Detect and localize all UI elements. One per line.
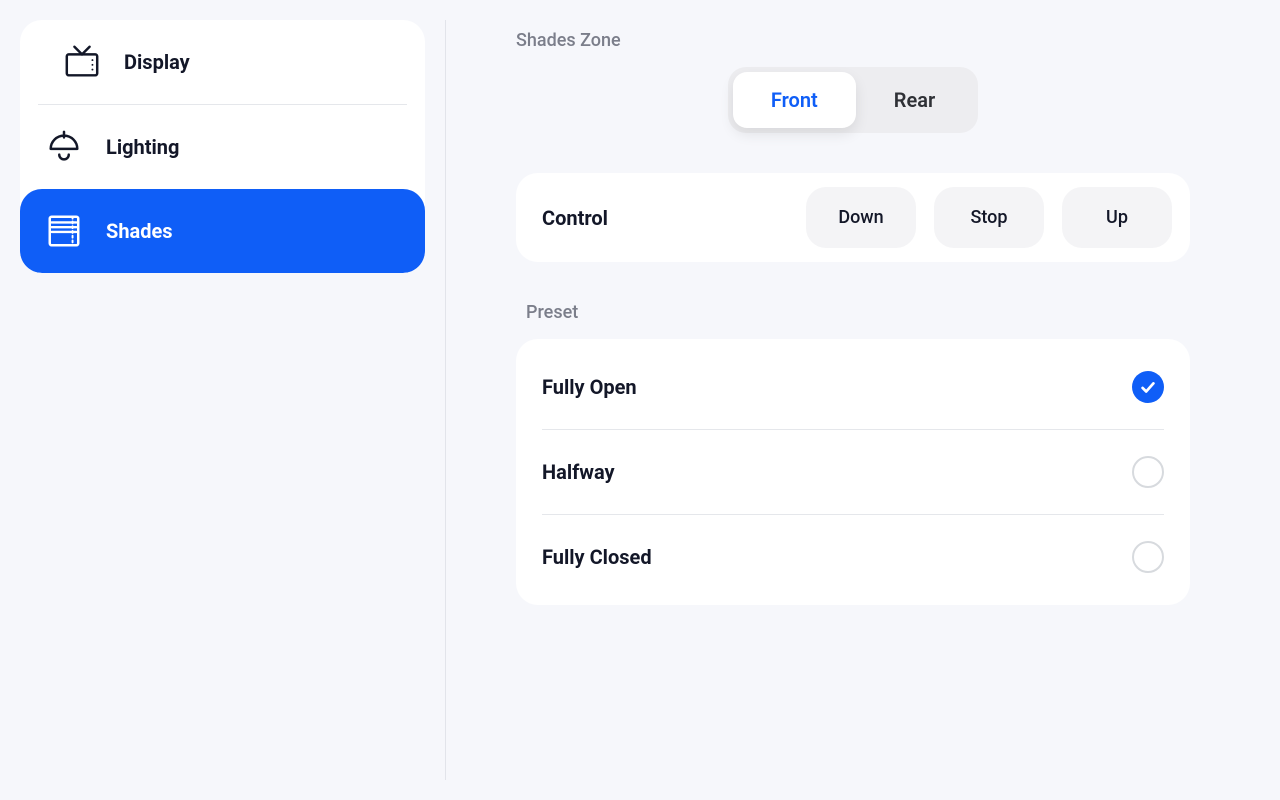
control-button-down[interactable]: Down xyxy=(806,187,916,248)
sidebar-item-lighting[interactable]: Lighting xyxy=(20,105,425,189)
preset-option-fully-closed[interactable]: Fully Closed xyxy=(542,515,1164,599)
zone-tabs: Front Rear xyxy=(728,67,978,133)
radio-unselected-icon xyxy=(1132,541,1164,573)
sidebar-item-shades[interactable]: Shades xyxy=(20,189,425,273)
preset-option-label: Halfway xyxy=(542,460,615,484)
control-card: Control Down Stop Up xyxy=(516,173,1190,262)
control-button-up[interactable]: Up xyxy=(1062,187,1172,248)
radio-selected-icon xyxy=(1132,371,1164,403)
sidebar-card: Display Lighting xyxy=(20,20,425,273)
zone-tab-rear[interactable]: Rear xyxy=(856,72,973,128)
preset-option-fully-open[interactable]: Fully Open xyxy=(542,345,1164,430)
control-heading: Control xyxy=(542,206,608,230)
zone-heading: Shades Zone xyxy=(516,30,1190,51)
sidebar-item-display[interactable]: Display xyxy=(38,20,407,105)
main-panel: Shades Zone Front Rear Control Down Stop… xyxy=(445,20,1260,780)
control-button-group: Down Stop Up xyxy=(806,187,1172,248)
preset-option-label: Fully Closed xyxy=(542,545,652,569)
sidebar: Display Lighting xyxy=(20,20,445,780)
preset-option-label: Fully Open xyxy=(542,375,637,399)
zone-tab-front[interactable]: Front xyxy=(733,72,856,128)
sidebar-item-label: Lighting xyxy=(106,135,179,159)
shades-icon xyxy=(44,211,84,251)
preset-card: Fully Open Halfway Fully Closed xyxy=(516,339,1190,605)
sidebar-item-label: Display xyxy=(124,50,190,74)
tv-icon xyxy=(62,42,102,82)
sidebar-item-label: Shades xyxy=(106,219,173,243)
preset-heading: Preset xyxy=(526,302,1190,323)
control-button-stop[interactable]: Stop xyxy=(934,187,1044,248)
radio-unselected-icon xyxy=(1132,456,1164,488)
lamp-icon xyxy=(44,127,84,167)
preset-option-halfway[interactable]: Halfway xyxy=(542,430,1164,515)
